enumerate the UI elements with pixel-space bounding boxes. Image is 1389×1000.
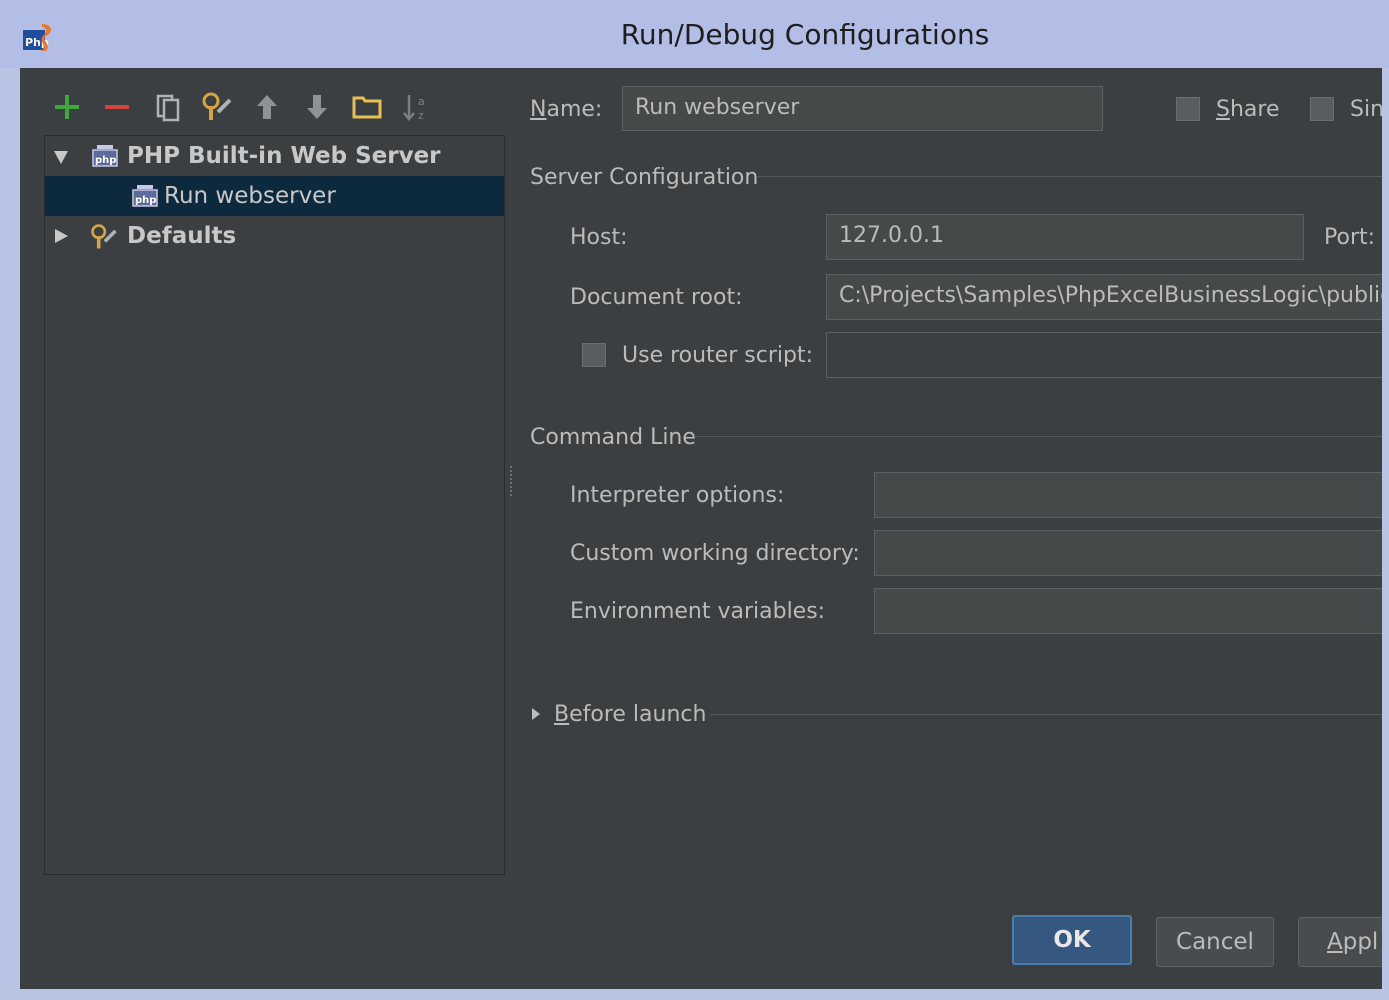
interpreter-options-label: Interpreter options: <box>570 483 785 508</box>
host-field[interactable]: 127.0.0.1 <box>826 214 1304 260</box>
host-label: Host: <box>570 225 628 250</box>
edit-defaults-icon[interactable] <box>200 90 234 124</box>
collapsed-arrow-icon[interactable] <box>53 228 69 244</box>
router-script-field[interactable] <box>826 332 1382 378</box>
ok-button[interactable]: OK <box>1012 915 1132 965</box>
tree-group-php-builtin[interactable]: php PHP Built-in Web Server <box>45 136 504 176</box>
section-divider <box>694 436 1382 437</box>
move-down-icon[interactable] <box>300 90 334 124</box>
dialog-client: a z php PHP Built-in Web Server php Run … <box>20 68 1382 989</box>
svg-text:php: php <box>95 155 116 166</box>
sort-icon[interactable]: a z <box>400 90 434 124</box>
move-up-icon[interactable] <box>250 90 284 124</box>
title-bar: Php Run/Debug Configurations <box>0 0 1389 68</box>
window-title: Run/Debug Configurations <box>620 18 990 51</box>
environment-variables-label: Environment variables: <box>570 599 826 624</box>
working-directory-field[interactable] <box>874 530 1382 576</box>
port-label: Port: <box>1324 225 1376 250</box>
defaults-wrench-icon <box>91 224 117 249</box>
name-field[interactable]: Run webserver <box>622 86 1103 131</box>
document-root-label: Document root: <box>570 285 743 310</box>
configuration-tree: php PHP Built-in Web Server php Run webs… <box>44 135 505 875</box>
tree-group-defaults[interactable]: Defaults <box>45 216 504 256</box>
folder-icon[interactable] <box>350 90 384 124</box>
section-divider <box>710 714 1382 715</box>
command-line-title: Command Line <box>530 425 696 450</box>
router-script-label[interactable]: Use router script: <box>622 343 813 368</box>
tree-defaults-label: Defaults <box>127 223 237 249</box>
before-launch-label[interactable]: Before launch <box>554 702 706 727</box>
add-icon[interactable] <box>50 90 84 124</box>
splitter-handle[interactable] <box>510 466 515 496</box>
working-directory-label: Custom working directory: <box>570 541 860 566</box>
tree-item-run-webserver[interactable]: php Run webserver <box>45 176 504 216</box>
section-divider <box>758 176 1382 177</box>
php-server-icon: php <box>92 145 118 167</box>
tree-group-label: PHP Built-in Web Server <box>127 143 441 169</box>
before-launch-expand-icon[interactable] <box>531 707 541 721</box>
svg-text:php: php <box>135 195 156 206</box>
share-checkbox[interactable] <box>1176 97 1200 121</box>
copy-icon[interactable] <box>150 90 184 124</box>
tree-item-label: Run webserver <box>164 183 336 209</box>
svg-text:a: a <box>418 95 425 108</box>
share-label[interactable]: Share <box>1216 97 1280 122</box>
php-server-icon: php <box>132 185 158 207</box>
expanded-arrow-icon[interactable] <box>53 149 69 165</box>
cancel-button[interactable]: Cancel <box>1156 917 1274 967</box>
remove-icon[interactable] <box>100 90 134 124</box>
name-label: Name: <box>530 97 603 122</box>
environment-variables-field[interactable] <box>874 588 1382 634</box>
apply-button[interactable]: Appl <box>1298 917 1382 967</box>
router-script-checkbox[interactable] <box>582 343 606 367</box>
svg-text:z: z <box>418 109 424 122</box>
document-root-field[interactable]: C:\Projects\Samples\PhpExcelBusinessLogi… <box>826 274 1382 320</box>
single-instance-checkbox[interactable] <box>1310 97 1334 121</box>
interpreter-options-field[interactable] <box>874 472 1382 518</box>
server-config-title: Server Configuration <box>530 165 759 190</box>
single-instance-label[interactable]: Sin <box>1350 97 1382 122</box>
